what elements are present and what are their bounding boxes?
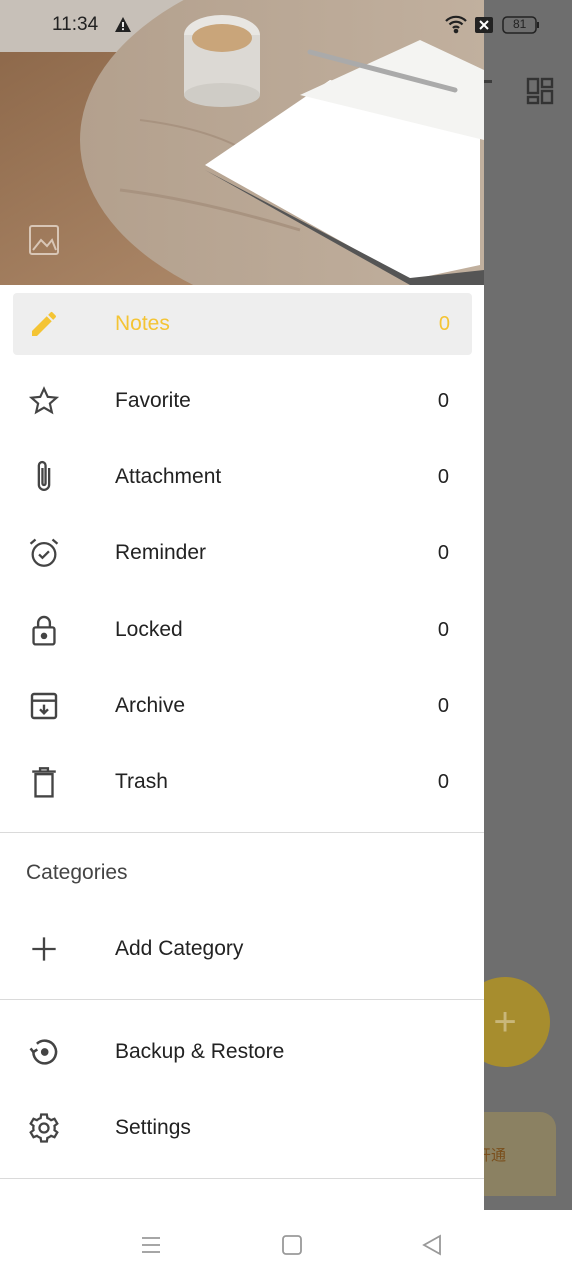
battery-level: 81 [513, 17, 527, 31]
drawer-item-locked[interactable]: Locked 0 [0, 592, 484, 668]
backup-restore-button[interactable]: Backup & Restore [0, 1014, 484, 1090]
divider [0, 1178, 484, 1179]
drawer-item-label: Reminder [115, 541, 207, 564]
drawer-item-count: 0 [438, 312, 450, 335]
drawer-item-count: 0 [437, 770, 449, 793]
trash-icon [26, 764, 62, 800]
plus-icon [26, 931, 62, 967]
battery-icon: 81 [502, 16, 540, 34]
divider [0, 999, 484, 1000]
drawer-item-attachment[interactable]: Attachment 0 [0, 439, 484, 515]
add-category-label: Add Category [115, 937, 244, 960]
recents-button[interactable] [139, 1233, 163, 1257]
no-sim-icon [474, 16, 494, 39]
drawer-item-favorite[interactable]: Favorite 0 [0, 363, 484, 439]
warning-icon [114, 16, 132, 38]
backup-restore-label: Backup & Restore [115, 1040, 285, 1063]
drawer-item-archive[interactable]: Archive 0 [0, 668, 484, 744]
wifi-icon [444, 14, 468, 39]
divider [0, 832, 484, 833]
drawer-item-count: 0 [437, 694, 449, 717]
drawer-item-label: Favorite [115, 389, 191, 412]
settings-button[interactable]: Settings [0, 1090, 484, 1166]
drawer-item-notes[interactable]: Notes 0 [13, 293, 472, 355]
add-category-button[interactable]: Add Category [0, 911, 484, 987]
gear-icon [26, 1110, 62, 1146]
drawer-item-label: Attachment [115, 465, 222, 488]
drawer-item-count: 0 [437, 389, 449, 412]
drawer-item-label: Locked [115, 618, 183, 641]
drawer-item-trash[interactable]: Trash 0 [0, 744, 484, 820]
status-bar: 11:34 81 [0, 0, 572, 52]
navigation-drawer: Notes 0 Favorite 0 Attachment 0 Reminder… [0, 0, 484, 1210]
lock-icon [26, 612, 62, 648]
star-icon [26, 383, 62, 419]
restore-icon [26, 1034, 62, 1070]
paperclip-icon [26, 459, 62, 495]
home-button[interactable] [280, 1233, 304, 1257]
drawer-item-count: 0 [437, 465, 449, 488]
drawer-item-reminder[interactable]: Reminder 0 [0, 515, 484, 591]
drawer-item-label: Archive [115, 694, 186, 717]
drawer-item-label: Notes [115, 312, 170, 335]
archive-icon [26, 688, 62, 724]
alarm-clock-icon [26, 535, 62, 571]
categories-heading: Categories [26, 861, 128, 884]
status-time: 11:34 [52, 14, 99, 35]
drawer-item-count: 0 [437, 541, 449, 564]
drawer-item-count: 0 [437, 618, 449, 641]
back-button[interactable] [420, 1233, 444, 1257]
drawer-item-label: Trash [115, 770, 168, 793]
settings-label: Settings [115, 1116, 191, 1139]
pencil-icon [26, 306, 62, 342]
grid-view-icon[interactable] [526, 77, 554, 105]
